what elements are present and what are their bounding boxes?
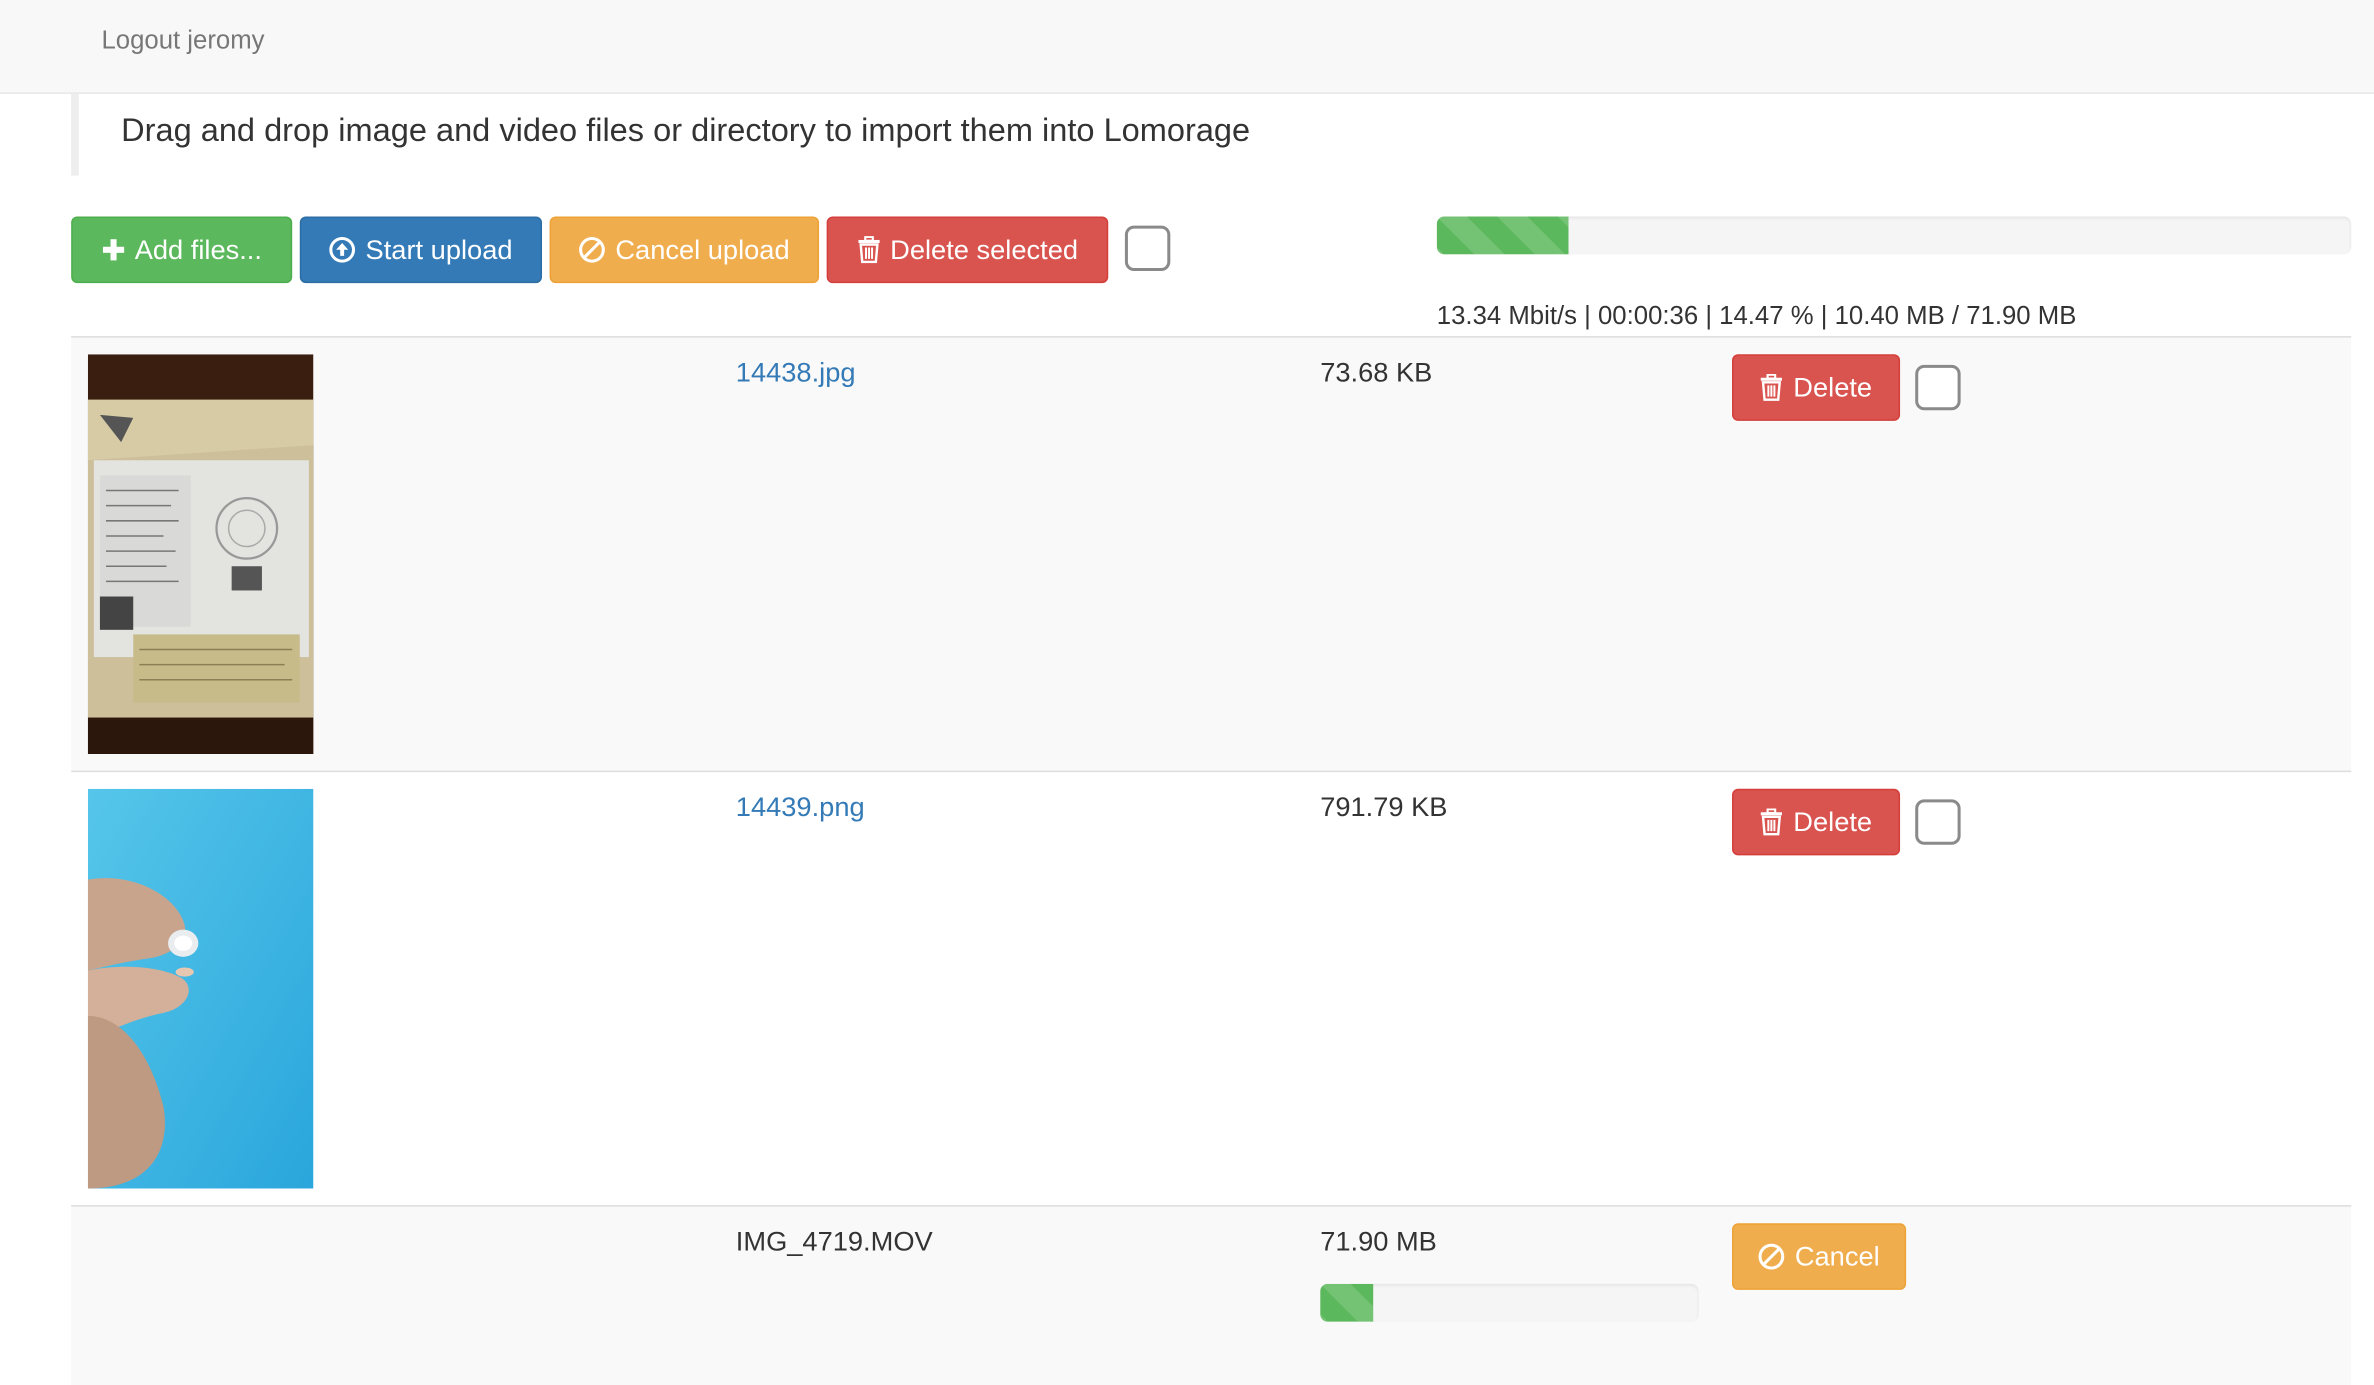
- upload-stats-text: 13.34 Mbit/s | 00:00:36 | 14.47 % | 10.4…: [1436, 301, 2077, 331]
- file-thumbnail[interactable]: [87, 788, 314, 1189]
- trash-icon: [1760, 808, 1784, 836]
- select-all-checkbox[interactable]: [1124, 225, 1171, 272]
- logout-link[interactable]: Logout jeromy: [101, 26, 264, 56]
- file-select-checkbox[interactable]: [1915, 799, 1961, 845]
- global-progress-bar: [1436, 216, 2352, 255]
- file-name: IMG_4719.MOV: [735, 1226, 933, 1257]
- file-size: 71.90 MB: [1320, 1226, 1437, 1257]
- file-name-link[interactable]: 14438.jpg: [736, 357, 856, 389]
- delete-file-button[interactable]: Delete: [1732, 354, 1901, 421]
- file-progress-bar: [1320, 1283, 1699, 1322]
- file-row: 14439.png 791.79 KB Delete: [71, 770, 2352, 1206]
- drop-instructions: Drag and drop image and video files or d…: [121, 112, 1251, 149]
- certificate-photo-image: [87, 354, 314, 754]
- file-size: 791.79 KB: [1320, 791, 1448, 823]
- cancel-upload-button[interactable]: Cancel upload: [549, 216, 820, 284]
- delete-selected-label: Delete selected: [890, 233, 1079, 265]
- add-files-button[interactable]: Add files...: [71, 216, 293, 284]
- trash-icon: [857, 236, 881, 264]
- add-files-label: Add files...: [134, 233, 262, 265]
- start-upload-label: Start upload: [365, 233, 513, 265]
- cancel-label: Cancel: [1794, 1240, 1880, 1272]
- delete-label: Delete: [1793, 371, 1873, 402]
- delete-file-button[interactable]: Delete: [1732, 788, 1901, 856]
- delete-selected-button[interactable]: Delete selected: [826, 216, 1109, 284]
- file-size: 73.68 KB: [1320, 357, 1433, 388]
- top-navbar: Logout jeromy: [0, 0, 2374, 94]
- drop-zone-notice: Drag and drop image and video files or d…: [71, 93, 2374, 176]
- diamond-photo-image: [87, 788, 314, 1189]
- upload-circle-icon: [329, 236, 356, 263]
- cancel-upload-label: Cancel upload: [615, 233, 790, 265]
- ban-icon: [579, 236, 606, 263]
- file-progress-fill: [1320, 1283, 1374, 1322]
- cancel-file-button[interactable]: Cancel: [1732, 1223, 1907, 1290]
- trash-icon: [1760, 373, 1784, 401]
- start-upload-button[interactable]: Start upload: [299, 216, 543, 284]
- plus-icon: [101, 238, 125, 262]
- file-row-uploading: IMG_4719.MOV 71.90 MB Cancel: [71, 1205, 2352, 1385]
- delete-label: Delete: [1793, 806, 1873, 837]
- file-thumbnail[interactable]: [87, 354, 314, 754]
- ban-icon: [1758, 1243, 1785, 1270]
- file-name-link[interactable]: 14439.png: [736, 792, 865, 824]
- file-row: 14438.jpg 73.68 KB Delete: [71, 336, 2352, 771]
- upload-page: Logout jeromy Drag and drop image and vi…: [0, 0, 2374, 1385]
- global-progress-fill: [1436, 216, 1570, 255]
- file-select-checkbox[interactable]: [1915, 364, 1961, 411]
